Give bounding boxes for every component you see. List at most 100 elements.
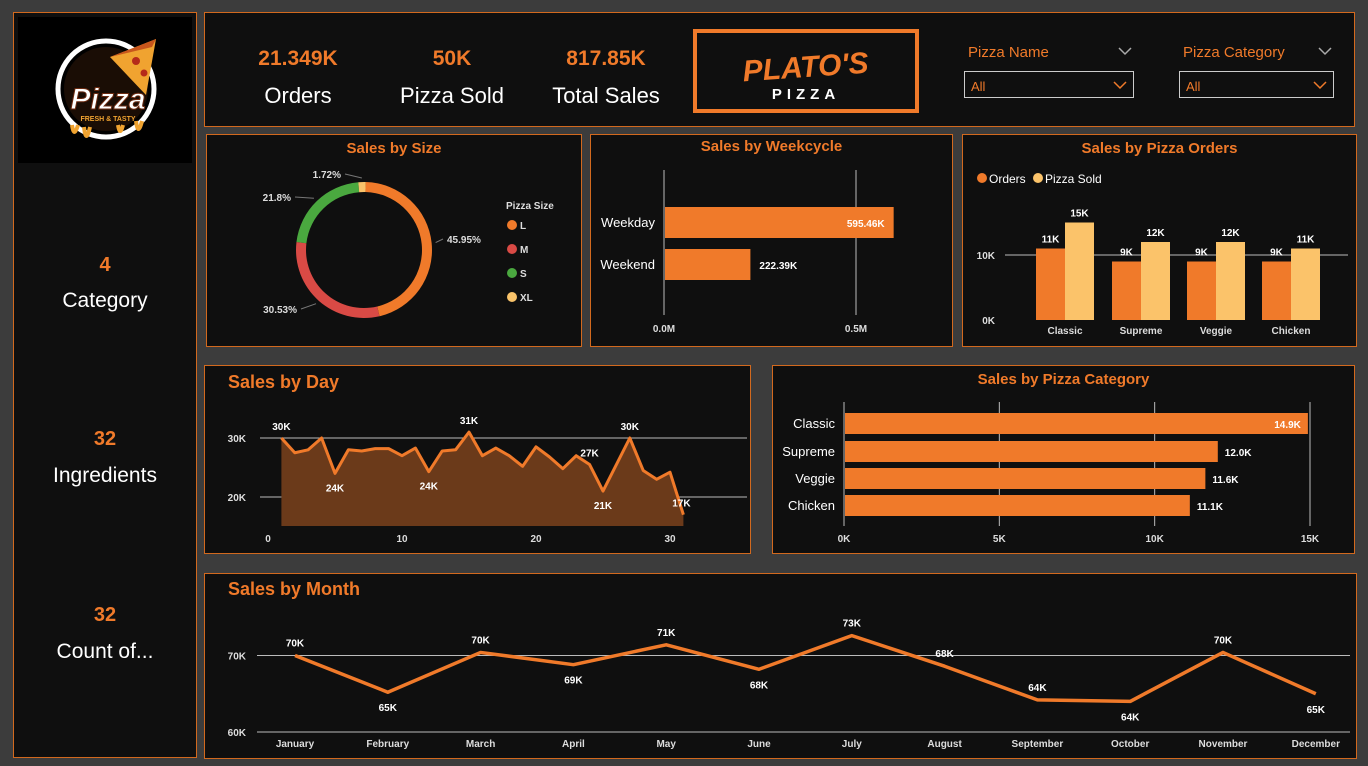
x-tick-label: March [466,739,495,750]
data-label: 71K [657,628,676,639]
x-tick-label: 20 [530,534,542,545]
sales-by-weekcycle-chart: 0.0M 0.5M Weekday 595.46K Weekend 222.39K [600,170,894,335]
sales-by-pizza-orders-panel: Sales by Pizza Orders 10K 0K Orders Pizza S… [962,134,1357,347]
pizza-name-dropdown-value: All [971,79,986,94]
data-label: 30K [621,422,640,433]
bar-data-label: 14.9K [1274,420,1301,431]
data-label: 65K [379,703,398,714]
bar-data-label: 595.46K [847,219,886,230]
pizza-count-label: Count of... [56,640,154,663]
sales-by-day-panel: Sales by Day 20K 30K 0 10 20 30 30K 24K 24K 31K 27… [204,365,751,554]
pizza-sold-bar [1216,242,1245,320]
pie-slice-s [296,182,360,244]
legend-marker [977,173,987,183]
chevron-down-icon[interactable] [1318,46,1332,56]
pizza-category-dropdown-value: All [1186,79,1201,94]
legend-marker [1033,173,1043,183]
category-count-label: Category [62,289,148,312]
legend-title: Pizza Size [506,201,554,212]
y-tick-label: 10K [977,251,996,262]
platos-pizza-logo: PLATO'S PIZZA [693,29,919,113]
category-label: Classic [1047,326,1082,337]
legend-item: M [520,245,528,256]
bar-classic [845,413,1308,434]
bar-supreme [845,441,1218,462]
data-label: 68K [750,680,769,691]
pie-leader-line [300,303,317,310]
data-label: 69K [564,676,583,687]
data-label: 64K [1121,712,1140,723]
legend-marker [507,220,517,230]
data-label: 64K [1028,683,1047,694]
category-label: Veggie [795,471,835,486]
sales-by-month-panel: Sales by Month 60K 70K January 70K February 6… [204,573,1357,759]
x-tick-label: 0 [265,534,271,545]
chevron-down-icon[interactable] [1118,46,1132,56]
sales-by-day-chart: 20K 30K 0 10 20 30 30K 24K 24K 31K 27K 21K 30K 17K [228,416,747,545]
orders-bar [1262,261,1291,320]
brand-sub: PIZZA [772,86,840,103]
sales-by-month-chart: 60K 70K January 70K February 65K March 70K April… [228,619,1350,750]
x-tick-label: 10 [396,534,408,545]
pie-slice-l [365,182,433,317]
ingredients-count-value: 32 [93,428,117,450]
pie-leader-line [435,238,444,244]
x-tick-label: 0K [838,534,852,545]
pizza-name-slicer-label: Pizza Name [968,44,1049,61]
sales-by-pizza-orders-chart: 10K 0K Orders Pizza Sold 11K 15K Classic 9K 12K S… [977,172,1348,337]
bar-data-label: 9K [1270,248,1284,259]
data-label: 70K [471,635,490,646]
y-tick-label: 0K [982,316,996,327]
logo-main-text: Pizza [70,83,145,116]
orders-kpi-value: 21.349K [258,47,338,70]
data-label: 68K [935,649,954,660]
legend-item: L [520,221,526,232]
bar-data-label: 12.0K [1225,448,1252,459]
data-label: 30K [272,422,291,433]
chevron-down-icon [1313,81,1327,90]
header-panel: 21.349K Orders 50K Pizza Sold 817.85K To… [204,12,1355,127]
pie-slice-xl [358,182,366,193]
sales-by-pizza-category-chart: 0K 5K 10K 15K Classic 14.9K Supreme 12.0K Veggie… [782,402,1320,545]
x-tick-label: January [276,739,315,750]
pizza-category-dropdown[interactable]: All [1179,71,1334,98]
orders-bar [1112,261,1141,320]
pizza-sold-kpi-value: 50K [432,47,472,70]
legend-marker [507,268,517,278]
category-label: Weekend [600,257,655,272]
data-label: 24K [326,483,345,494]
data-label: 70K [1214,635,1233,646]
bar-data-label: 12K [1221,228,1240,239]
data-label: 65K [1307,705,1326,716]
legend-marker [507,292,517,302]
sales-by-pizza-category-panel: Sales by Pizza Category 0K 5K 10K 15K Classi… [772,365,1355,554]
data-label: 27K [580,449,599,460]
bar-data-label: 9K [1120,248,1134,259]
bar-data-label: 11.6K [1212,475,1239,486]
total-sales-kpi-value: 817.85K [566,47,646,70]
bar-data-label: 11K [1297,235,1316,246]
sidebar: Pizza FRESH & TASTY 4 Category 32 Ingred… [13,12,197,758]
y-tick-label: 70K [228,652,247,663]
pizza-category-slicer-label: Pizza Category [1183,44,1285,61]
bar-data-label: 11K [1042,235,1061,246]
orders-kpi-label: Orders [264,83,332,108]
x-tick-label: October [1111,739,1149,750]
legend-item: S [520,269,527,280]
x-tick-label: August [927,739,962,750]
pie-leader-line [344,173,362,179]
x-tick-label: July [842,739,862,750]
x-tick-label: February [366,739,409,750]
sales-by-size-chart: 45.95% 30.53% 21.8% 1.72% Pizza Size L M S XL [263,170,554,318]
brand-name: PLATO'S [742,47,870,89]
pizza-logo-graphic: Pizza FRESH & TASTY [55,38,157,140]
pizza-sold-bar [1291,248,1320,320]
pizza-name-dropdown[interactable]: All [964,71,1134,98]
pizza-sold-kpi-label: Pizza Sold [400,83,504,108]
pie-leader-line [294,196,314,199]
legend-item: Orders [989,172,1026,186]
x-tick-label: November [1199,739,1248,750]
logo-tagline: FRESH & TASTY [80,116,135,123]
bar-data-label: 15K [1070,209,1089,220]
x-tick-label: April [562,739,585,750]
